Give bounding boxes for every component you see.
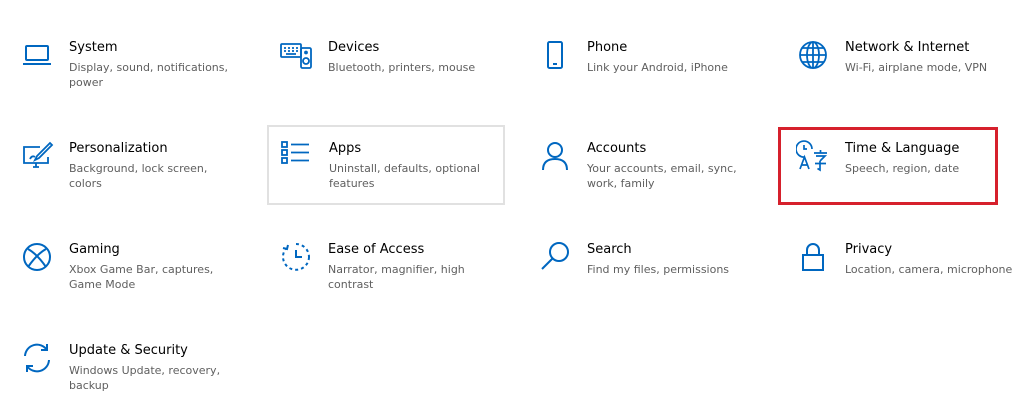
- tile-privacy[interactable]: Privacy Location, camera, microphone: [786, 228, 1024, 308]
- tile-title: Update & Security: [69, 343, 188, 358]
- tile-personalization[interactable]: Personalization Background, lock screen,…: [10, 127, 248, 207]
- tile-description: Windows Update, recovery, backup: [69, 364, 221, 392]
- padlock-icon: [796, 240, 830, 274]
- xbox-icon: [20, 240, 54, 274]
- tile-description: Link your Android, iPhone: [587, 61, 728, 74]
- tile-title: Devices: [328, 40, 380, 55]
- tile-apps[interactable]: Apps Uninstall, defaults, optional featu…: [267, 125, 505, 205]
- tile-network-internet[interactable]: Network & Internet Wi-Fi, airplane mode,…: [786, 26, 1024, 106]
- clock-language-icon: [796, 139, 830, 173]
- tile-search[interactable]: Search Find my files, permissions: [528, 228, 766, 308]
- tile-description: Your accounts, email, sync, work, family: [587, 162, 737, 190]
- tile-ease-of-access[interactable]: Ease of Access Narrator, magnifier, high…: [269, 228, 507, 308]
- tile-description: Narrator, magnifier, high contrast: [328, 263, 465, 291]
- magnifier-icon: [538, 240, 572, 274]
- tile-accounts[interactable]: Accounts Your accounts, email, sync, wor…: [528, 127, 766, 207]
- app-list-icon: [279, 138, 313, 172]
- tile-update-security[interactable]: Update & Security Windows Update, recove…: [10, 329, 248, 408]
- tile-title: Network & Internet: [845, 40, 970, 55]
- tile-phone[interactable]: Phone Link your Android, iPhone: [528, 26, 766, 106]
- tile-title: Phone: [587, 40, 628, 55]
- tile-description: Xbox Game Bar, captures, Game Mode: [69, 263, 214, 291]
- settings-grid: System Display, sound, notifications, po…: [0, 0, 1024, 408]
- tile-title: System: [69, 40, 118, 55]
- tile-description: Uninstall, defaults, optional features: [329, 162, 480, 190]
- phone-icon: [538, 38, 572, 72]
- tile-time-language[interactable]: Time & Language Speech, region, date: [786, 127, 1024, 207]
- tile-description: Background, lock screen, colors: [69, 162, 208, 190]
- person-icon: [538, 139, 572, 173]
- tile-description: Speech, region, date: [845, 162, 960, 175]
- tile-description: Find my files, permissions: [587, 263, 730, 276]
- tile-description: Location, camera, microphone: [845, 263, 1013, 276]
- tile-gaming[interactable]: Gaming Xbox Game Bar, captures, Game Mod…: [10, 228, 248, 308]
- tile-title: Gaming: [69, 242, 120, 257]
- tile-title: Search: [587, 242, 632, 257]
- tile-description: Wi-Fi, airplane mode, VPN: [845, 61, 988, 74]
- tile-title: Accounts: [587, 141, 647, 156]
- tile-title: Time & Language: [845, 141, 960, 156]
- laptop-icon: [20, 38, 54, 72]
- keyboard-speaker-icon: [279, 38, 313, 72]
- tile-devices[interactable]: Devices Bluetooth, printers, mouse: [269, 26, 507, 106]
- sync-arrows-icon: [20, 341, 54, 375]
- ease-of-access-icon: [279, 240, 313, 274]
- tile-system[interactable]: System Display, sound, notifications, po…: [10, 26, 248, 106]
- tile-description: Display, sound, notifications, power: [69, 61, 229, 89]
- tile-title: Ease of Access: [328, 242, 425, 257]
- tile-title: Apps: [329, 141, 362, 156]
- tile-description: Bluetooth, printers, mouse: [328, 61, 476, 74]
- tile-title: Privacy: [845, 242, 893, 257]
- tile-title: Personalization: [69, 141, 168, 156]
- globe-icon: [796, 38, 830, 72]
- paint-brush-monitor-icon: [20, 139, 54, 173]
